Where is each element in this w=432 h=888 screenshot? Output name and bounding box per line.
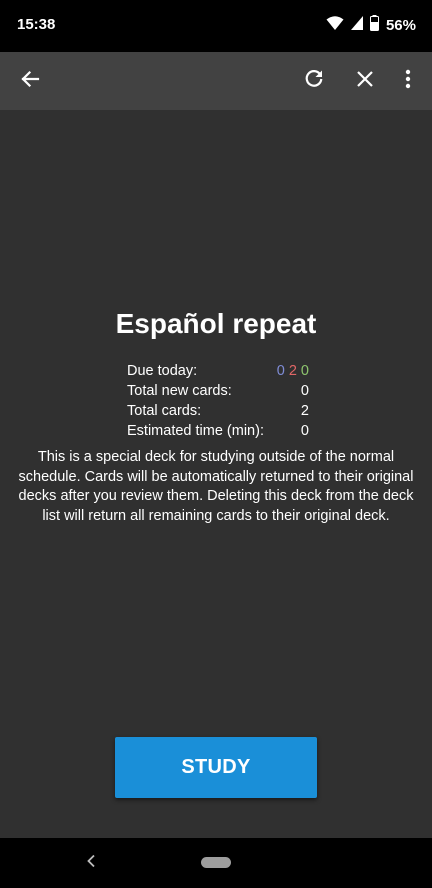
estimated-time-value: 0 xyxy=(300,423,309,439)
deck-stats: Due today: 020 Total new cards: 0 Total … xyxy=(127,363,311,443)
due-today-counts: 020 xyxy=(277,363,309,379)
app-toolbar xyxy=(0,52,432,110)
stats-row-new: Total new cards: 0 xyxy=(127,383,311,403)
due-new-count: 0 xyxy=(276,363,285,379)
refresh-button[interactable] xyxy=(294,61,334,101)
back-button[interactable] xyxy=(10,61,50,101)
status-icons: 56% xyxy=(326,15,416,36)
study-button[interactable]: STUDY xyxy=(115,737,317,798)
status-bar: 15:38 56% xyxy=(0,0,432,52)
due-today-label: Due today: xyxy=(127,363,198,379)
close-icon xyxy=(356,70,374,93)
total-new-label: Total new cards: xyxy=(127,383,232,399)
deck-title: Español repeat xyxy=(115,308,317,339)
total-new-value: 0 xyxy=(300,383,309,399)
back-arrow-icon xyxy=(20,69,40,94)
battery-percent: 56% xyxy=(385,17,416,34)
wifi-icon xyxy=(326,15,344,36)
total-cards-value: 2 xyxy=(300,403,309,419)
deck-description: This is a special deck for studying outs… xyxy=(18,449,414,524)
due-review-count: 0 xyxy=(300,363,309,379)
stats-row-due: Due today: 020 xyxy=(127,363,311,383)
cell-signal-icon xyxy=(350,15,364,36)
total-cards-label: Total cards: xyxy=(127,403,202,419)
nav-back-icon[interactable] xyxy=(86,854,96,873)
status-time: 15:38 xyxy=(17,16,56,33)
refresh-icon xyxy=(303,68,325,95)
close-button[interactable] xyxy=(345,61,385,101)
system-nav-bar xyxy=(0,838,432,888)
stats-row-time: Estimated time (min): 0 xyxy=(127,423,311,443)
deck-overview: Español repeat Due today: 020 Total new … xyxy=(0,110,432,838)
more-vert-icon xyxy=(405,69,411,94)
nav-home-pill[interactable] xyxy=(201,857,231,868)
due-learning-count: 2 xyxy=(288,363,297,379)
stats-row-total: Total cards: 2 xyxy=(127,403,311,423)
estimated-time-label: Estimated time (min): xyxy=(127,423,264,439)
overflow-menu-button[interactable] xyxy=(388,61,428,101)
battery-icon xyxy=(369,15,379,36)
